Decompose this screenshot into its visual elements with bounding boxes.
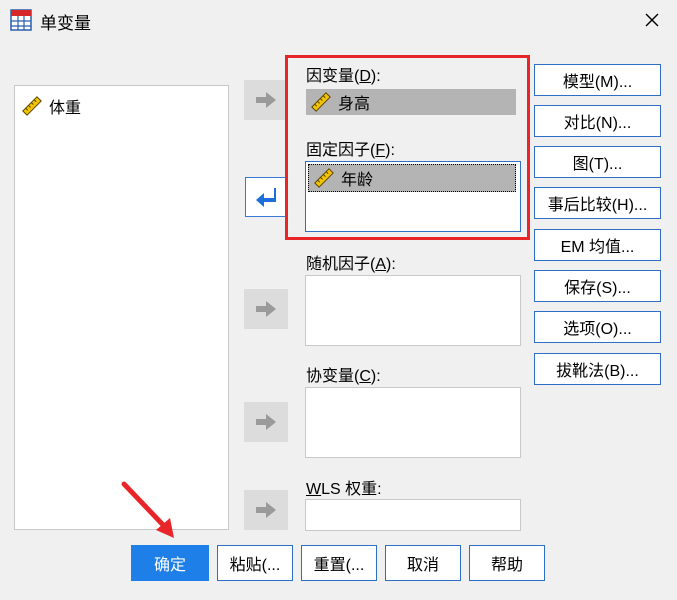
fixed-factor-list[interactable]: 年龄 (305, 161, 521, 232)
close-icon (645, 13, 659, 27)
move-random-factor-button[interactable] (244, 289, 288, 329)
post-hoc-button[interactable]: 事后比较(H)... (534, 187, 661, 219)
move-covariate-button[interactable] (244, 402, 288, 442)
help-button[interactable]: 帮助 (469, 545, 545, 581)
covariate-list[interactable] (305, 387, 521, 458)
random-factor-label: 随机因子(A): (306, 256, 396, 273)
fixed-factor-label: 固定因子(F): (306, 142, 395, 159)
spss-grid-icon (10, 9, 32, 31)
paste-button[interactable]: 粘贴(... (217, 545, 293, 581)
arrow-right-icon (256, 414, 276, 430)
wls-weight-label: WLS 权重: (306, 481, 382, 498)
save-button[interactable]: 保存(S)... (534, 270, 661, 302)
close-button[interactable] (637, 6, 667, 34)
dependent-value[interactable]: 身高 (306, 89, 516, 115)
window-title: 单变量 (40, 14, 91, 33)
em-means-button[interactable]: EM 均值... (534, 229, 661, 261)
univariate-dialog: 单变量 体重 因变量(D): 身高 固定因子(F): 年龄 随机因子(A): 协… (0, 0, 677, 600)
dependent-field[interactable]: 身高 (305, 88, 519, 118)
dependent-variable-name: 身高 (338, 96, 371, 113)
arrow-back-icon (256, 188, 276, 207)
cancel-button[interactable]: 取消 (385, 545, 461, 581)
arrow-right-icon (256, 502, 276, 518)
arrow-right-icon (256, 92, 276, 108)
ruler-scale-icon (314, 168, 334, 188)
ruler-scale-icon (22, 96, 42, 116)
covariate-label: 协变量(C): (306, 368, 381, 385)
list-item[interactable]: 体重 (21, 94, 81, 118)
contrasts-button[interactable]: 对比(N)... (534, 105, 661, 137)
title-bar: 单变量 (0, 0, 677, 40)
arrow-right-icon (256, 301, 276, 317)
fixed-factor-name: 年龄 (341, 172, 374, 189)
random-factor-list[interactable] (305, 275, 521, 346)
ruler-scale-icon (311, 92, 331, 112)
variable-name: 体重 (49, 100, 82, 117)
plots-button[interactable]: 图(T)... (534, 146, 661, 178)
bootstrap-button[interactable]: 拔靴法(B)... (534, 353, 661, 385)
dependent-label: 因变量(D): (306, 68, 381, 85)
move-dependent-button[interactable] (244, 80, 288, 120)
model-button[interactable]: 模型(M)... (534, 64, 661, 96)
move-wls-button[interactable] (244, 490, 288, 530)
wls-weight-field[interactable] (305, 499, 521, 531)
source-variable-list[interactable]: 体重 (14, 85, 229, 530)
ok-button[interactable]: 确定 (131, 545, 209, 581)
reset-button[interactable]: 重置(... (301, 545, 377, 581)
fixed-factor-item[interactable]: 年龄 (308, 164, 516, 192)
move-fixed-factor-button[interactable] (245, 177, 287, 217)
options-button[interactable]: 选项(O)... (534, 311, 661, 343)
